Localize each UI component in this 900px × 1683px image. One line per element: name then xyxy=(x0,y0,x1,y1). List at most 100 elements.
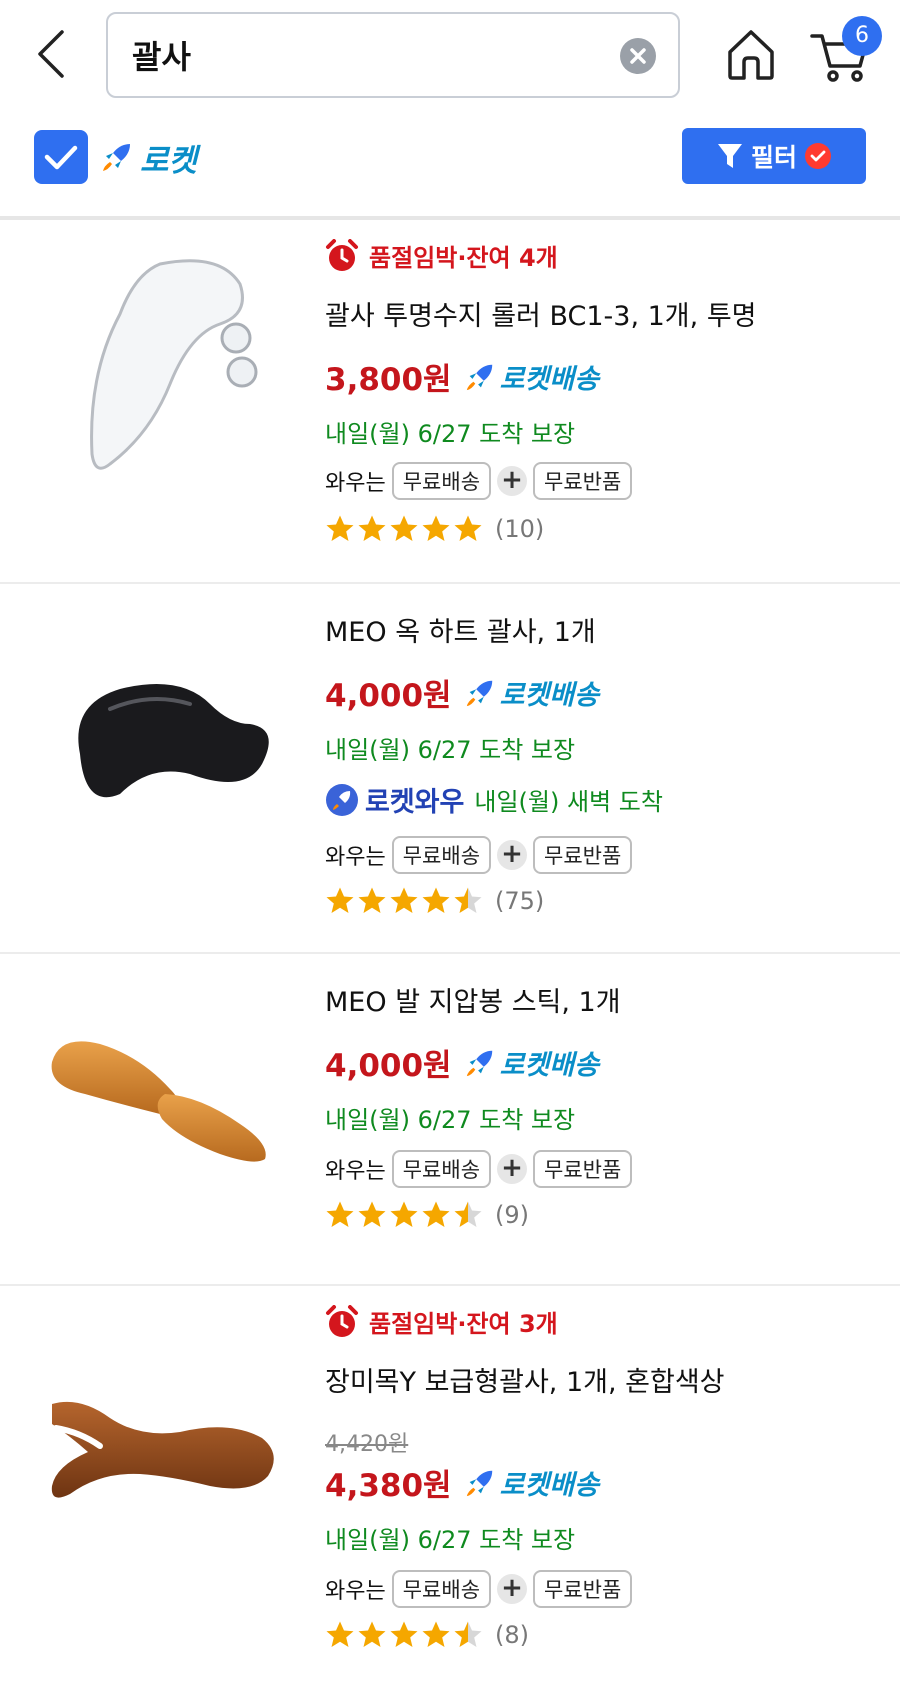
low-stock-text: 품절임박·잔여 3개 xyxy=(369,1310,558,1338)
search-box[interactable] xyxy=(106,12,680,98)
top-bar: 6 로켓 필터 xyxy=(0,0,900,220)
rosewood-y-gua-sha-image xyxy=(51,1401,274,1498)
product-card[interactable]: MEO 발 지압봉 스틱, 1개 4,000원 로켓배송 내일(월) 6/27 … xyxy=(0,954,900,1284)
low-stock-notice: 품절임박·잔여 3개 xyxy=(325,1304,558,1339)
rocket-icon xyxy=(103,144,130,171)
product-card[interactable]: 품절임박·잔여 4개 괄사 투명수지 롤러 BC1-3, 1개, 투명 3,80… xyxy=(0,220,900,582)
rocket-delivery-badge: 로켓배송 xyxy=(464,1463,599,1502)
product-image[interactable] xyxy=(40,244,290,504)
benefit-label: 와우는 xyxy=(325,845,386,870)
rocket-filter-label[interactable]: 로켓 xyxy=(100,134,197,180)
review-count: (8) xyxy=(495,1621,529,1649)
home-button[interactable] xyxy=(722,24,780,86)
star-icon xyxy=(358,1201,386,1227)
rocket-wow-icon xyxy=(326,783,358,816)
delivery-estimate: 내일(월) 6/27 도착 보장 xyxy=(325,736,576,764)
star-icon xyxy=(326,887,354,913)
rocket-wow-badge: 로켓와우 xyxy=(325,780,464,819)
home-icon xyxy=(728,30,774,80)
review-count: (10) xyxy=(495,515,545,543)
filter-active-badge xyxy=(805,143,831,169)
rocket-filter-text: 로켓 xyxy=(140,142,198,179)
rocket-delivery-text: 로켓배송 xyxy=(499,364,599,395)
rating-row: (10) xyxy=(325,514,544,544)
clear-search-button[interactable] xyxy=(620,38,656,74)
original-price: 4,420원 xyxy=(325,1432,409,1457)
product-card[interactable]: MEO 옥 하트 괄사, 1개 4,000원 로켓배송 내일(월) 6/27 도… xyxy=(0,584,900,952)
delivery-estimate: 내일(월) 6/27 도착 보장 xyxy=(325,1526,576,1554)
star-icon xyxy=(326,1201,354,1227)
star-rating xyxy=(325,1200,483,1230)
price-row: 4,000원 로켓배송 xyxy=(325,1040,599,1085)
product-image[interactable] xyxy=(40,634,290,834)
clear-icon xyxy=(630,48,646,64)
rocket-icon xyxy=(466,1050,492,1076)
product-price: 3,800원 xyxy=(325,362,452,398)
rocket-delivery-badge: 로켓배송 xyxy=(464,357,599,396)
star-icon xyxy=(422,1201,450,1227)
checkmark-icon xyxy=(44,145,78,170)
product-title[interactable]: MEO 발 지압봉 스틱, 1개 xyxy=(325,980,621,1019)
star-icon xyxy=(326,1621,354,1647)
filter-button-label: 필터 xyxy=(750,143,797,172)
low-stock-text: 품절임박·잔여 4개 xyxy=(369,244,558,272)
plus-icon: + xyxy=(497,466,528,496)
review-count: (9) xyxy=(495,1201,529,1229)
alarm-clock-icon xyxy=(326,1304,358,1337)
product-title[interactable]: 장미목Y 보급형괄사, 1개, 혼합색상 xyxy=(325,1360,725,1399)
star-icon xyxy=(390,1621,418,1647)
review-count: (75) xyxy=(495,887,545,915)
rating-row: (9) xyxy=(325,1200,529,1230)
rating-row: (75) xyxy=(325,886,544,916)
search-input[interactable] xyxy=(132,28,602,82)
low-stock-notice: 품절임박·잔여 4개 xyxy=(325,238,558,273)
star-icon xyxy=(454,1201,482,1227)
free-return-chip: 무료반품 xyxy=(533,1570,633,1608)
benefit-label: 와우는 xyxy=(325,1579,386,1604)
alarm-clock-icon xyxy=(326,238,358,271)
star-icon xyxy=(422,887,450,913)
rocket-icon xyxy=(466,364,492,390)
benefit-label: 와우는 xyxy=(325,471,386,496)
clear-roller-gua-sha-image xyxy=(90,259,258,470)
star-rating xyxy=(325,1620,483,1650)
free-return-chip: 무료반품 xyxy=(533,462,633,500)
product-image[interactable] xyxy=(40,1376,290,1556)
price-row: 4,380원 로켓배송 xyxy=(325,1460,599,1505)
checkmark-icon xyxy=(810,150,826,162)
filter-button[interactable]: 필터 xyxy=(682,128,866,184)
product-card[interactable]: 품절임박·잔여 3개 장미목Y 보급형괄사, 1개, 혼합색상 4,420원 4… xyxy=(0,1286,900,1683)
free-shipping-chip: 무료배송 xyxy=(391,462,492,500)
star-icon xyxy=(454,515,482,541)
star-icon xyxy=(326,515,354,541)
wow-benefits: 와우는 무료배송 + 무료반품 xyxy=(325,836,633,874)
plus-icon: + xyxy=(497,1154,528,1184)
wow-benefits: 와우는 무료배송 + 무료반품 xyxy=(325,1570,633,1608)
rocket-wow-text: 로켓와우 xyxy=(365,787,465,818)
back-arrow-icon xyxy=(38,30,64,78)
star-icon xyxy=(390,887,418,913)
black-jade-heart-gua-sha-image xyxy=(78,684,269,798)
rocket-icon xyxy=(466,680,492,706)
rocket-delivery-text: 로켓배송 xyxy=(499,1050,599,1081)
rating-row: (8) xyxy=(325,1620,529,1650)
rocket-icon xyxy=(466,1470,492,1496)
star-icon xyxy=(358,887,386,913)
rocket-filter-checkbox[interactable] xyxy=(34,130,88,184)
wooden-massage-stick-image xyxy=(51,1041,266,1162)
product-price: 4,380원 xyxy=(325,1468,452,1504)
product-price: 4,000원 xyxy=(325,678,452,714)
price-row: 3,800원 로켓배송 xyxy=(325,354,599,399)
star-icon xyxy=(358,1621,386,1647)
product-image[interactable] xyxy=(40,1014,290,1214)
product-title[interactable]: MEO 옥 하트 괄사, 1개 xyxy=(325,610,596,649)
rocket-delivery-text: 로켓배송 xyxy=(499,1470,599,1501)
plus-icon: + xyxy=(497,840,528,870)
free-return-chip: 무료반품 xyxy=(533,836,633,874)
wow-benefits: 와우는 무료배송 + 무료반품 xyxy=(325,462,633,500)
free-return-chip: 무료반품 xyxy=(533,1150,633,1188)
product-title[interactable]: 괄사 투명수지 롤러 BC1-3, 1개, 투명 xyxy=(325,294,757,333)
back-button[interactable] xyxy=(30,26,74,82)
price-row: 4,000원 로켓배송 xyxy=(325,670,599,715)
product-price: 4,000원 xyxy=(325,1048,452,1084)
